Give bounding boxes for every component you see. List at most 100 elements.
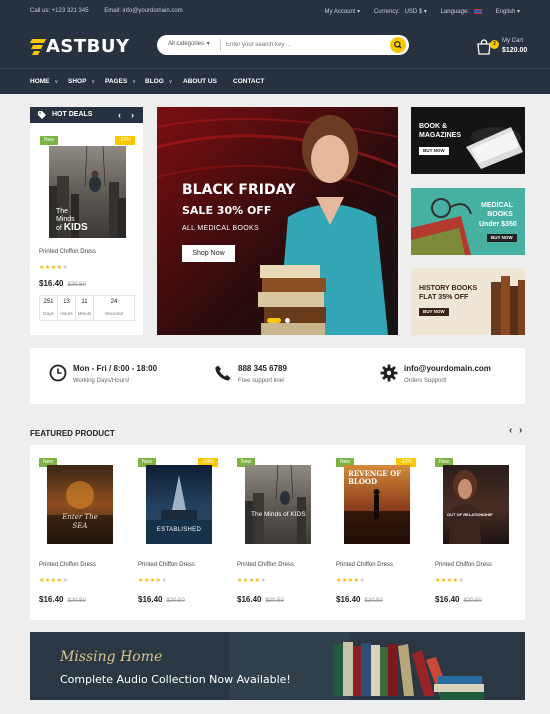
logo-text: ASTBUY (46, 36, 130, 57)
product-card[interactable]: New The Minds of KIDS Printed Chiffon Dr… (228, 445, 327, 620)
nav-item-contact[interactable]: CONTACT (233, 78, 264, 85)
buy-now-button[interactable]: BUY NOW (419, 308, 449, 316)
account-dropdown[interactable]: My Account ▾ (325, 9, 361, 15)
language-dropdown[interactable]: English ▾ (473, 9, 520, 15)
rating-stars: ★★★★★ (39, 265, 69, 271)
featured-next-button[interactable]: › (519, 425, 522, 436)
rating-stars: ★★★★★ (138, 578, 168, 584)
product-name[interactable]: Printed Chiffon Dress (138, 562, 195, 568)
product-name[interactable]: Printed Chiffon Dress (336, 562, 393, 568)
banner-subtitle: Complete Audio Collection Now Available! (60, 673, 291, 686)
search-input[interactable] (226, 39, 376, 51)
banner-title: MEDICAL BOOKS (481, 201, 513, 219)
product-card[interactable]: New OUT OF RELATIONSHIP Printed Chiffon … (426, 445, 525, 620)
chevron-down-icon: ∨ (168, 79, 173, 85)
rating-stars: ★★★★★ (336, 578, 366, 584)
side-banner-medical[interactable]: MEDICAL BOOKS Under $350 BUY NOW (411, 188, 525, 255)
library-background (30, 632, 525, 700)
search-button[interactable] (390, 37, 406, 53)
book-cover-image[interactable]: OUT OF RELATIONSHIP (443, 465, 509, 544)
side-banner-magazines[interactable]: BOOK & MAGAZINES BUY NOW (411, 107, 525, 174)
nav-item-about-us[interactable]: ABOUT US (183, 78, 217, 85)
search-category-label: All categories (168, 41, 205, 47)
countdown-timer: 251 Days 13 Hours 11 Minuts 24 Seccond (39, 295, 135, 321)
currency-dropdown[interactable]: USD $ ▾ (405, 9, 427, 15)
nav-item-shop[interactable]: SHOP ∨ (68, 78, 95, 85)
main-nav: HOME ∨ SHOP ∨ PAGES ∨ BLOG ∨ ABOUT US CONTAC… (0, 68, 550, 94)
slider-dot-active[interactable] (267, 318, 281, 323)
cover-line: The (56, 208, 69, 215)
side-banner-history[interactable]: HISTORY BOOKS FLAT 35% OFF BUY NOW (411, 268, 525, 335)
countdown-unit: Hours (60, 311, 73, 316)
magazines-illustration (411, 107, 525, 174)
cart-label: My Cart (502, 38, 523, 44)
product-price: $16.40 $20.50 (39, 595, 86, 604)
hero-subheadline: SALE 30% OFF (182, 204, 272, 217)
working-hours-subtitle: Working Days/Hours! (73, 378, 130, 384)
book-cover-image[interactable]: ESTABLISHED (146, 465, 212, 544)
top-settings: My Account ▾ Currency: USD $ ▾ Language:… (313, 8, 520, 15)
city-swing-illustration (245, 465, 306, 544)
gear-icon (380, 364, 398, 382)
info-strip: Mon - Fri / 8:00 - 18:00 Working Days/Ho… (30, 348, 525, 404)
buy-now-button[interactable]: BUY NOW (487, 234, 517, 242)
product-name[interactable]: Printed Chiffon Dress (435, 562, 492, 568)
search-divider (220, 39, 221, 51)
countdown-days: 251 Days (39, 295, 58, 321)
cover-title: ESTABLISHED (156, 527, 202, 533)
nav-label: BLOG (145, 78, 164, 85)
book-cover-image[interactable]: REVENGE OF BLOOD (344, 465, 410, 544)
chevron-right-icon: › (131, 110, 134, 120)
clock-icon (49, 364, 67, 382)
nav-item-pages[interactable]: PAGES ∨ (105, 78, 136, 85)
cart-count-badge: 2 (490, 40, 499, 49)
cover-line: KIDS (63, 222, 88, 233)
countdown-value: 11 (81, 299, 88, 305)
chevron-down-icon: ∨ (91, 79, 96, 85)
banner-line: MAGAZINES (419, 132, 461, 139)
featured-prev-button[interactable]: ‹ (509, 425, 512, 436)
nav-item-blog[interactable]: BLOG ∨ (145, 78, 172, 85)
product-card[interactable]: New -20% ESTABLISHED Printed Chiffon Dre… (129, 445, 228, 620)
product-name[interactable]: Printed Chiffon Dress (39, 249, 96, 255)
hot-deals-prev-button[interactable]: ‹ (118, 110, 121, 120)
product-name[interactable]: Printed Chiffon Dress (39, 562, 96, 568)
nav-item-home[interactable]: HOME ∨ (30, 78, 58, 85)
banner-line: BOOK & (419, 123, 447, 130)
hot-deals-next-button[interactable]: › (131, 110, 134, 120)
hot-deals-panel: HOT DEALS ‹ › New -20% The Minds of KIDS (30, 107, 143, 335)
nav-label: PAGES (105, 78, 128, 85)
cover-title: OUT OF RELATIONSHIP (447, 512, 493, 517)
product-card[interactable]: New Enter The SEA Printed Chiffon Dress … (30, 445, 129, 620)
banner-line: MEDICAL (481, 202, 513, 209)
product-price: $16.40 $20.50 (39, 279, 86, 288)
search-bar: All categories ▼ (157, 35, 409, 55)
banner-line: FLAT 35% OFF (419, 294, 469, 301)
book-cover-image[interactable]: Enter The SEA (47, 465, 113, 544)
search-category-select[interactable]: All categories ▼ (168, 41, 211, 47)
product-card[interactable]: New -20% REVENGE OF BLOOD Printed Chiffo… (327, 445, 426, 620)
phone-icon (215, 365, 231, 381)
audio-collection-banner[interactable]: Missing Home Complete Audio Collection N… (30, 632, 525, 700)
price-value: $16.40 (435, 595, 460, 604)
support-phone-title[interactable]: 888 345 6789 (238, 364, 287, 373)
book-cover-image[interactable]: The Minds of KIDS (245, 465, 311, 544)
email-support-title[interactable]: info@yourdomain.com (404, 364, 491, 373)
banner-title: Missing Home (60, 649, 163, 665)
header: ASTBUY All categories ▼ 2 My Cart $120.0… (0, 23, 550, 68)
hero-banner[interactable]: BLACK FRIDAY SALE 30% OFF ALL MEDICAL BO… (157, 107, 398, 335)
book-cover-image[interactable]: The Minds of KIDS (49, 146, 126, 238)
chevron-left-icon: ‹ (509, 425, 513, 436)
nav-label: ABOUT US (183, 78, 217, 85)
price-value: $16.40 (39, 595, 64, 604)
buy-now-button[interactable]: BUY NOW (419, 147, 449, 155)
countdown-unit: Seccond (105, 311, 123, 316)
cover-title: REVENGE OF BLOOD (348, 469, 402, 486)
old-price: $20.50 (265, 598, 284, 604)
shop-now-button[interactable]: Shop Now (182, 245, 235, 262)
product-name[interactable]: Printed Chiffon Dress (237, 562, 294, 568)
slider-dot[interactable] (285, 318, 290, 323)
email-support-subtitle: Orders Support! (404, 378, 447, 384)
nav-label: CONTACT (233, 78, 265, 85)
cart[interactable]: 2 My Cart $120.00 (476, 37, 527, 59)
